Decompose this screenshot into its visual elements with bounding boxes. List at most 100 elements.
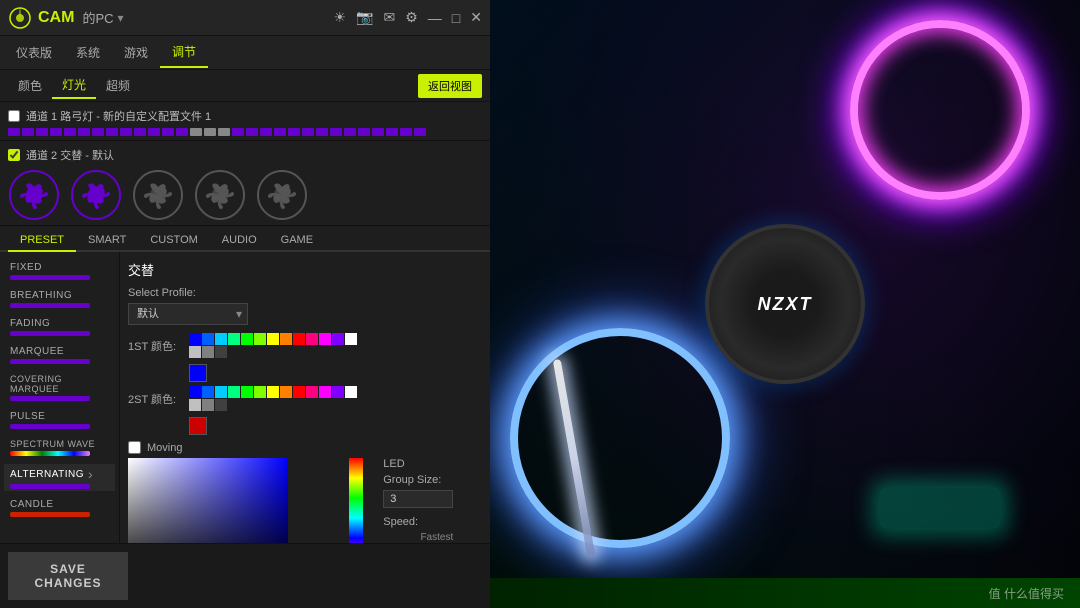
color2-label: 2ST 颜色: xyxy=(128,391,183,407)
fan-icons-row xyxy=(8,169,482,221)
swatch2-purple[interactable] xyxy=(332,386,344,398)
channel1-row: 通道 1 路弓灯 - 新的自定义配置文件 1 xyxy=(8,108,482,124)
swatch2-blue2[interactable] xyxy=(202,386,214,398)
camera-icon[interactable]: 📷 xyxy=(356,9,373,26)
main-content: FIXED BREATHING FADING MARQUEE COVERING … xyxy=(0,252,490,543)
gear-icon[interactable]: ⚙ xyxy=(405,9,418,26)
fan-icon-3 xyxy=(132,169,184,221)
preset-tab-preset[interactable]: PRESET xyxy=(8,230,76,252)
hue-bar[interactable] xyxy=(349,458,363,543)
tab-game[interactable]: 游戏 xyxy=(112,38,160,67)
gradient-dark-overlay xyxy=(128,458,288,543)
effect-breathing[interactable]: BREATHING xyxy=(4,288,115,310)
effect-alternating[interactable]: ALTERNATING › xyxy=(4,464,115,491)
swatch-red[interactable] xyxy=(293,333,305,345)
color-picker-layout: RGB 0 0 255 # 0000FF LED Group Size: xyxy=(128,458,482,543)
swatch2-orange[interactable] xyxy=(280,386,292,398)
swatch2-magenta[interactable] xyxy=(319,386,331,398)
tab-system[interactable]: 系统 xyxy=(64,38,112,67)
window-controls: ☀ 📷 ✉ ⚙ — □ ✕ xyxy=(334,9,483,26)
channel2-checkbox[interactable] xyxy=(8,149,20,161)
swatch-magenta[interactable] xyxy=(319,333,331,345)
rgb-ring-left xyxy=(510,328,730,548)
swatch2-mint[interactable] xyxy=(228,386,240,398)
swatch2-darkgray[interactable] xyxy=(215,399,227,411)
sun-icon[interactable]: ☀ xyxy=(334,9,347,26)
led-dot xyxy=(372,128,384,136)
fan-icon-5 xyxy=(256,169,308,221)
swatch-silver[interactable] xyxy=(189,346,201,358)
swatch-blue[interactable] xyxy=(189,333,201,345)
led-group-select[interactable]: 3 1 2 4 5 xyxy=(383,490,453,508)
swatch2-red[interactable] xyxy=(293,386,305,398)
arrow-right-icon: › xyxy=(88,466,93,482)
swatch2-lime[interactable] xyxy=(254,386,266,398)
swatch2-silver[interactable] xyxy=(189,399,201,411)
profile-select[interactable]: 默认 xyxy=(128,303,248,325)
swatch-purple[interactable] xyxy=(332,333,344,345)
channel1-checkbox[interactable] xyxy=(8,110,20,122)
swatch-darkgray[interactable] xyxy=(215,346,227,358)
effect-spectrum-wave[interactable]: SPECTRUM WAVE xyxy=(4,437,115,458)
mail-icon[interactable]: ✉ xyxy=(384,9,396,26)
nav-tabs: 仪表版 系统 游戏 调节 xyxy=(0,36,490,70)
moving-checkbox[interactable] xyxy=(128,441,141,454)
effect-fixed[interactable]: FIXED xyxy=(4,260,115,282)
title-bar: CAM 的PC ▾ ☀ 📷 ✉ ⚙ — □ ✕ xyxy=(0,0,490,36)
led-dot xyxy=(274,128,286,136)
swatch-mint[interactable] xyxy=(228,333,240,345)
tab-dashboard[interactable]: 仪表版 xyxy=(4,38,64,67)
color2-selected-swatch[interactable] xyxy=(189,417,207,435)
swatch2-yellow[interactable] xyxy=(267,386,279,398)
led-dot xyxy=(78,128,90,136)
preset-tab-game[interactable]: GAME xyxy=(269,230,325,252)
fan-icon-2 xyxy=(70,169,122,221)
effect-pulse[interactable]: PULSE xyxy=(4,409,115,431)
swatch-lime[interactable] xyxy=(254,333,266,345)
swatch-blue2[interactable] xyxy=(202,333,214,345)
maximize-button[interactable]: □ xyxy=(452,10,460,26)
sub-tabs: 颜色 灯光 超频 返回视图 xyxy=(0,70,490,102)
effect-bar xyxy=(10,451,90,456)
swatch-green[interactable] xyxy=(241,333,253,345)
swatch-white[interactable] xyxy=(345,333,357,345)
led-dot xyxy=(260,128,272,136)
effect-covering-marquee[interactable]: COVERING MARQUEE xyxy=(4,372,115,403)
swatch2-white[interactable] xyxy=(345,386,357,398)
subtab-lighting[interactable]: 灯光 xyxy=(52,72,96,99)
effect-candle[interactable]: CANDLE xyxy=(4,497,115,519)
swatch-yellow[interactable] xyxy=(267,333,279,345)
led-dot xyxy=(400,128,412,136)
minimize-button[interactable]: — xyxy=(428,10,442,26)
effect-marquee[interactable]: MARQUEE xyxy=(4,344,115,366)
close-button[interactable]: ✕ xyxy=(470,9,482,26)
color1-selected-swatch[interactable] xyxy=(189,364,207,382)
subtab-color[interactable]: 颜色 xyxy=(8,73,52,98)
gradient-box[interactable] xyxy=(128,458,288,543)
profile-label: Select Profile: xyxy=(128,287,482,299)
tab-tune[interactable]: 调节 xyxy=(160,37,208,68)
preset-tab-smart[interactable]: SMART xyxy=(76,230,138,252)
swatch2-gray[interactable] xyxy=(202,399,214,411)
swatch2-pink[interactable] xyxy=(306,386,318,398)
subtab-oc[interactable]: 超频 xyxy=(96,73,140,98)
swatch-pink[interactable] xyxy=(306,333,318,345)
dropdown-arrow[interactable]: ▾ xyxy=(118,11,124,25)
preset-tab-custom[interactable]: CUSTOM xyxy=(138,230,209,252)
effect-alternating-row: ALTERNATING › xyxy=(10,466,109,482)
save-changes-button[interactable]: SAVE CHANGES xyxy=(8,552,128,600)
swatch-gray[interactable] xyxy=(202,346,214,358)
effect-fading[interactable]: FADING xyxy=(4,316,115,338)
fan-icon-4 xyxy=(194,169,246,221)
back-view-button[interactable]: 返回视图 xyxy=(418,74,482,98)
led-dot xyxy=(162,128,174,136)
swatch2-cyan[interactable] xyxy=(215,386,227,398)
swatch-orange[interactable] xyxy=(280,333,292,345)
effect-panel-title: 交替 xyxy=(128,260,482,279)
preset-tab-audio[interactable]: AUDIO xyxy=(210,230,269,252)
color1-label: 1ST 颜色: xyxy=(128,338,183,354)
swatch2-green[interactable] xyxy=(241,386,253,398)
led-dot xyxy=(288,128,300,136)
swatch-cyan[interactable] xyxy=(215,333,227,345)
swatch2-blue[interactable] xyxy=(189,386,201,398)
